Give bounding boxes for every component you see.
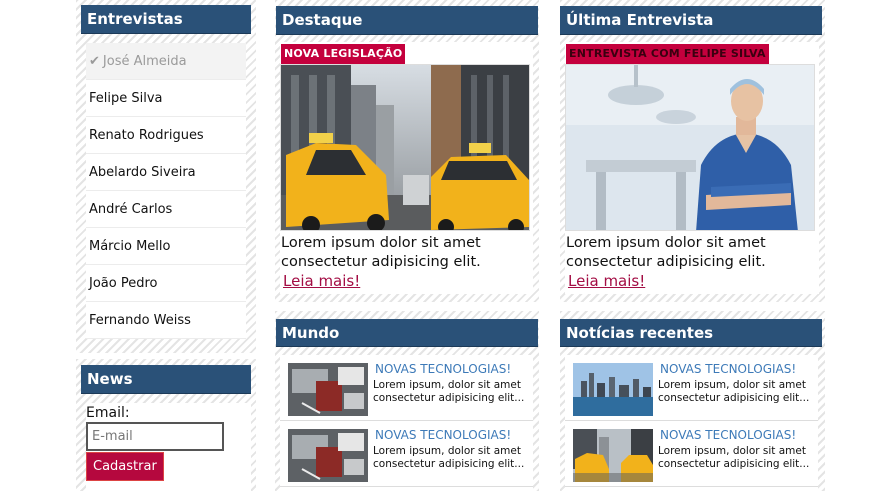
article-item[interactable]: NOVAS TECNOLOGIAS! Lorem ipsum, dolor si… [280,355,533,421]
entrevista-item-fernando-weiss[interactable]: Fernando Weiss [86,302,246,339]
article-description: Lorem ipsum, dolor sit amet consectetur … [658,379,810,404]
entrevista-item-label: André Carlos [89,202,173,217]
email-input[interactable] [86,422,224,451]
ultima-entrevista-text: Lorem ipsum dolor sit amet consectetur a… [566,234,818,292]
noticias-recentes-panel: Notícias recentes NOVAS TECNOLOGIAS! Lor… [560,311,825,491]
article-description: Lorem ipsum, dolor sit amet consectetur … [373,445,525,470]
article-item[interactable]: NOVAS TECNOLOGIAS! Lorem ipsum, dolor si… [565,421,818,487]
ultima-entrevista-tag: ENTREVISTA COM FELIPE SILVA [566,44,769,64]
entrevista-item-felipe-silva[interactable]: Felipe Silva [86,80,246,117]
destaque-tag: NOVA LEGISLAÇÃO [281,44,406,64]
entrevista-item-renato-rodrigues[interactable]: Renato Rodrigues [86,117,246,154]
entrevista-item-label: Renato Rodrigues [89,128,204,143]
article-description: Lorem ipsum, dolor sit amet consectetur … [373,379,525,404]
email-label: Email: [86,405,130,421]
destaque-text: Lorem ipsum dolor sit amet consectetur a… [281,234,533,292]
article-description: Lorem ipsum, dolor sit amet consectetur … [658,445,810,470]
entrevista-item-label: João Pedro [89,276,158,291]
destaque-card: NOVA LEGISLAÇÃO Lorem ipsum dolor sit am… [280,42,533,294]
entrevista-item-label: Márcio Mello [89,239,171,254]
entrevista-item-label: José Almeida [102,54,187,69]
entrevista-item-label: Fernando Weiss [89,313,191,328]
article-title: NOVAS TECNOLOGIAS! [375,428,512,442]
article-thumbnail [573,429,653,482]
noticias-article-list: NOVAS TECNOLOGIAS! Lorem ipsum, dolor si… [565,355,818,491]
article-title: NOVAS TECNOLOGIAS! [660,428,797,442]
ultima-entrevista-panel: Última Entrevista ENTREVISTA COM FELIPE … [560,0,825,302]
news-panel: News Email: Cadastrar [76,359,256,491]
destaque-title: Destaque [276,6,538,35]
article-thumbnail [288,363,368,416]
destaque-panel: Destaque NOVA LEGISLAÇÃO Lorem ipsum dol… [275,0,539,302]
check-icon: ✔ [89,54,100,69]
noticias-recentes-title: Notícias recentes [560,319,822,347]
article-title: NOVAS TECNOLOGIAS! [375,362,512,376]
newsletter-form: Email: Cadastrar [86,403,251,491]
entrevistas-panel: Entrevistas ✔ José Almeida Felipe Silva R… [76,0,256,353]
entrevista-item-joao-pedro[interactable]: João Pedro [86,265,246,302]
destaque-image[interactable] [280,64,530,231]
entrevista-item-jose-almeida[interactable]: ✔ José Almeida [86,43,246,80]
article-thumbnail [288,429,368,482]
ultima-entrevista-title: Última Entrevista [560,6,822,35]
ultima-entrevista-card: ENTREVISTA COM FELIPE SILVA Lorem ipsum … [565,42,819,294]
news-title: News [81,365,251,394]
article-item[interactable]: NOVAS TECNOLOGIAS! Lorem ipsum, dolor si… [280,421,533,487]
entrevistas-list: ✔ José Almeida Felipe Silva Renato Rodrig… [86,43,246,339]
ultima-entrevista-image[interactable] [565,64,815,231]
entrevista-item-abelardo-siveira[interactable]: Abelardo Siveira [86,154,246,191]
entrevista-item-label: Felipe Silva [89,91,163,106]
mundo-article-list: NOVAS TECNOLOGIAS! Lorem ipsum, dolor si… [280,355,533,491]
article-title: NOVAS TECNOLOGIAS! [660,362,797,376]
destaque-read-more-link[interactable]: Leia mais! [283,272,360,291]
entrevista-item-label: Abelardo Siveira [89,165,196,180]
mundo-title: Mundo [276,319,538,347]
ultima-entrevista-read-more-link[interactable]: Leia mais! [568,272,645,291]
article-item[interactable]: NOVAS TECNOLOGIAS! Lorem ipsum, dolor si… [565,355,818,421]
destaque-summary: Lorem ipsum dolor sit amet consectetur a… [281,235,481,270]
entrevista-item-marcio-mello[interactable]: Márcio Mello [86,228,246,265]
entrevista-item-andre-carlos[interactable]: André Carlos [86,191,246,228]
entrevistas-title: Entrevistas [81,5,251,34]
cadastrar-button[interactable]: Cadastrar [86,452,164,481]
article-thumbnail [573,363,653,416]
ultima-entrevista-summary: Lorem ipsum dolor sit amet consectetur a… [566,235,766,270]
mundo-panel: Mundo NOVAS TECNOLOGIAS! Lorem ipsum, do… [275,311,539,491]
